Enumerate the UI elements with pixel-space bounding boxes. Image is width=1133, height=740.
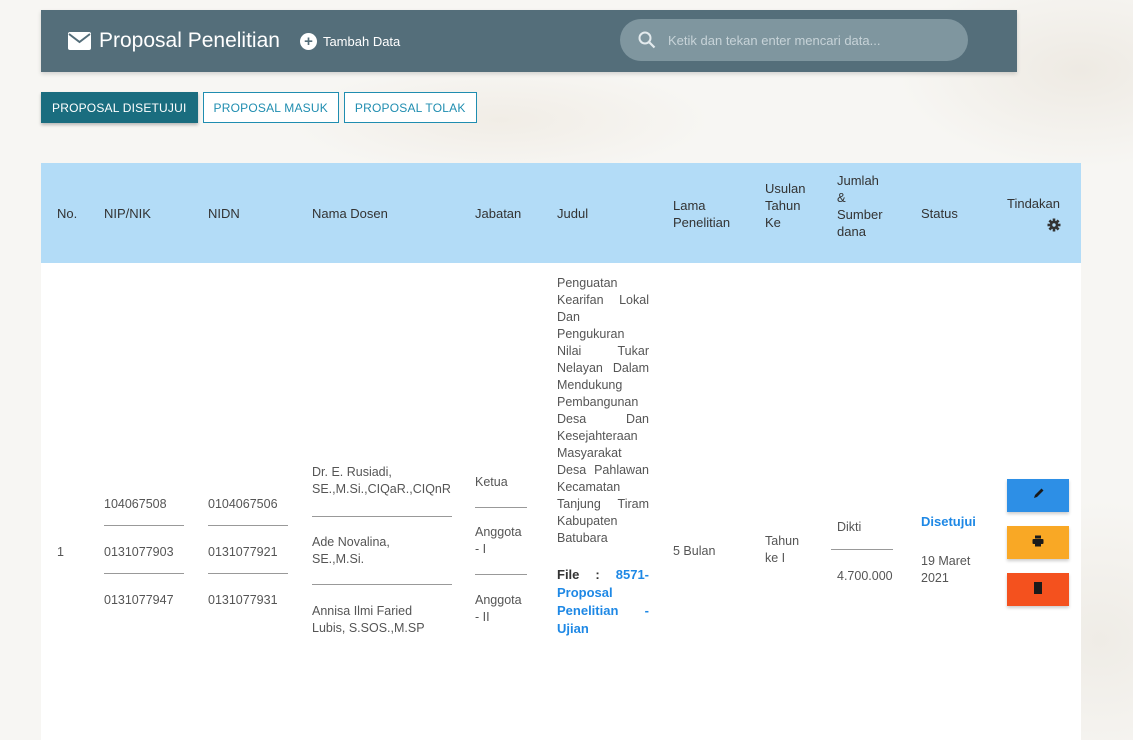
status-badge[interactable]: Disetujui [921, 513, 976, 531]
divider [312, 584, 452, 585]
add-data-button[interactable]: + Tambah Data [299, 32, 401, 50]
search-box [620, 19, 968, 61]
col-status: Status [921, 206, 958, 221]
page-title: Proposal Penelitian [99, 29, 280, 52]
nip-1: 104067508 [104, 497, 167, 511]
col-nidn: NIDN [208, 206, 240, 221]
status-tabs: PROPOSAL DISETUJUI PROPOSAL MASUK PROPOS… [41, 92, 477, 123]
col-judul: Judul [557, 206, 589, 221]
search-input[interactable] [668, 32, 958, 48]
jumlah-dana: 4.700.000 [837, 569, 893, 583]
tab-proposal-tolak[interactable]: PROPOSAL TOLAK [343, 92, 477, 123]
judul-cell: Penguatan Kearifan Lokal Dan Pengukuran … [557, 275, 649, 638]
divider [104, 525, 184, 526]
col-nip: NIP/NIK [104, 206, 151, 221]
col-nama: Nama Dosen [312, 206, 388, 221]
jabatan-1: Ketua [475, 475, 508, 489]
tab-proposal-disetujui[interactable]: PROPOSAL DISETUJUI [41, 92, 198, 123]
nidn-1: 0104067506 [208, 497, 278, 511]
col-jumlah: Jumlah & Sumber dana [837, 173, 883, 239]
mail-icon [68, 32, 91, 50]
page-title-wrap: Proposal Penelitian [68, 29, 280, 53]
status-text[interactable]: Disetujui [921, 514, 976, 529]
col-no: No. [57, 206, 78, 221]
divider [475, 507, 527, 508]
judul-text: Penguatan Kearifan Lokal Dan Pengukuran … [557, 276, 649, 545]
add-data-label: Tambah Data [322, 33, 401, 49]
col-lama: Lama Penelitian [673, 198, 731, 230]
header-bar: Proposal Penelitian + Tambah Data [41, 10, 1017, 72]
status-date: 19 Maret 2021 [921, 554, 971, 585]
divider [831, 549, 893, 550]
proposal-table: No. NIP/NIK NIDN Nama Dosen Jabatan Judu… [41, 163, 1081, 740]
nama-dosen-2: Ade Novalina, SE.,M.Si. [312, 535, 390, 566]
trash-icon [1033, 581, 1043, 599]
col-usulan: Usulan Tahun Ke [765, 181, 806, 230]
nip-2: 0131077903 [104, 545, 174, 559]
col-tindakan: Tindakan [1007, 196, 1060, 211]
lama-penelitian: 5 Bulan [673, 544, 716, 558]
jabatan-3: Anggota - II [475, 593, 522, 624]
nidn-3: 0131077931 [208, 593, 278, 607]
delete-button[interactable] [1007, 573, 1069, 606]
sumber-dana: Dikti [837, 520, 862, 534]
jabatan-2: Anggota - I [475, 525, 522, 556]
tab-proposal-masuk[interactable]: PROPOSAL MASUK [202, 92, 339, 123]
table-body: 1 104067508 0131077903 0131077947 010406… [41, 263, 1081, 740]
print-icon [1032, 534, 1044, 552]
nama-dosen-1: Dr. E. Rusiadi, SE.,M.Si.,CIQaR.,CIQnR [312, 465, 451, 496]
divider [208, 525, 288, 526]
table-header: No. NIP/NIK NIDN Nama Dosen Jabatan Judu… [41, 163, 1081, 263]
col-jabatan: Jabatan [475, 206, 522, 221]
edit-button[interactable] [1007, 479, 1069, 512]
search-icon [638, 31, 656, 49]
row-number: 1 [57, 545, 64, 559]
usulan-tahun: Tahun ke I [765, 534, 800, 565]
print-button[interactable] [1007, 526, 1069, 559]
divider [104, 573, 184, 574]
file-line: File : 8571-Proposal Penelitian - Ujian [557, 566, 649, 638]
divider [475, 574, 527, 575]
pencil-icon [1032, 487, 1045, 505]
gear-icon[interactable] [1047, 218, 1061, 237]
nama-dosen-3: Annisa Ilmi Faried Lubis, S.SOS.,M.SP [312, 604, 425, 635]
divider [208, 573, 288, 574]
file-label: File : [557, 567, 616, 582]
nip-3: 0131077947 [104, 593, 174, 607]
nidn-2: 0131077921 [208, 545, 278, 559]
plus-circle-icon: + [299, 32, 317, 50]
divider [312, 516, 452, 517]
